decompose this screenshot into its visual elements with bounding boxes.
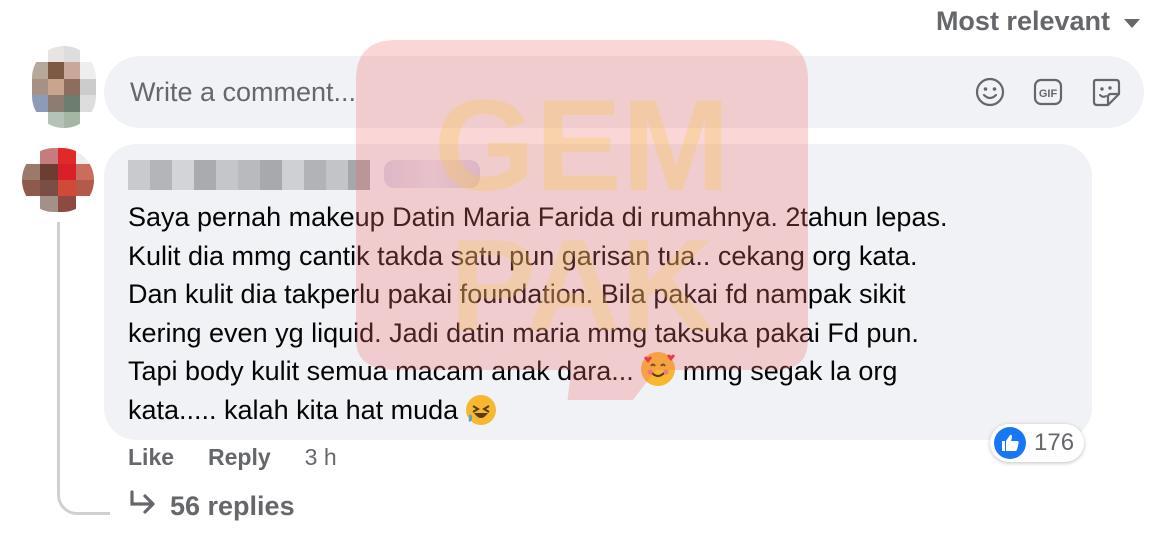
reaction-summary[interactable]: 176 xyxy=(990,424,1085,462)
comment-bubble: Saya pernah makeup Datin Maria Farida di… xyxy=(104,144,1092,440)
svg-text:GIF: GIF xyxy=(1039,88,1058,100)
view-replies-button[interactable]: 56 replies xyxy=(128,490,295,523)
comment-composer: GIF xyxy=(104,56,1144,128)
commenter-name-blurred[interactable] xyxy=(128,160,370,190)
sort-dropdown[interactable]: Most relevant xyxy=(936,6,1140,37)
sort-label: Most relevant xyxy=(935,6,1110,36)
thread-connector xyxy=(57,222,110,515)
gif-icon[interactable]: GIF xyxy=(1030,74,1066,110)
comment-input[interactable] xyxy=(128,75,952,109)
sticker-icon[interactable] xyxy=(1088,74,1124,110)
commenter-badge-blurred xyxy=(384,160,480,188)
comment-timestamp[interactable]: 3 h xyxy=(305,444,337,471)
smiling-face-with-hearts-emoji-icon xyxy=(641,352,676,386)
like-button[interactable]: Like xyxy=(128,444,174,471)
comment-actions: Like Reply 3 h xyxy=(128,444,337,471)
commenter-avatar[interactable] xyxy=(22,148,94,212)
chevron-down-icon xyxy=(1124,19,1140,28)
reply-arrow-icon xyxy=(128,490,158,523)
thumbs-up-icon xyxy=(994,427,1026,459)
rolling-laughing-emoji-icon xyxy=(465,394,496,425)
emoji-icon[interactable] xyxy=(972,74,1008,110)
replies-label: 56 replies xyxy=(170,491,295,521)
comment-text: Saya pernah makeup Datin Maria Farida di… xyxy=(128,202,948,425)
current-user-avatar[interactable] xyxy=(32,46,96,128)
reply-button[interactable]: Reply xyxy=(208,444,271,471)
reaction-count: 176 xyxy=(1034,429,1075,456)
